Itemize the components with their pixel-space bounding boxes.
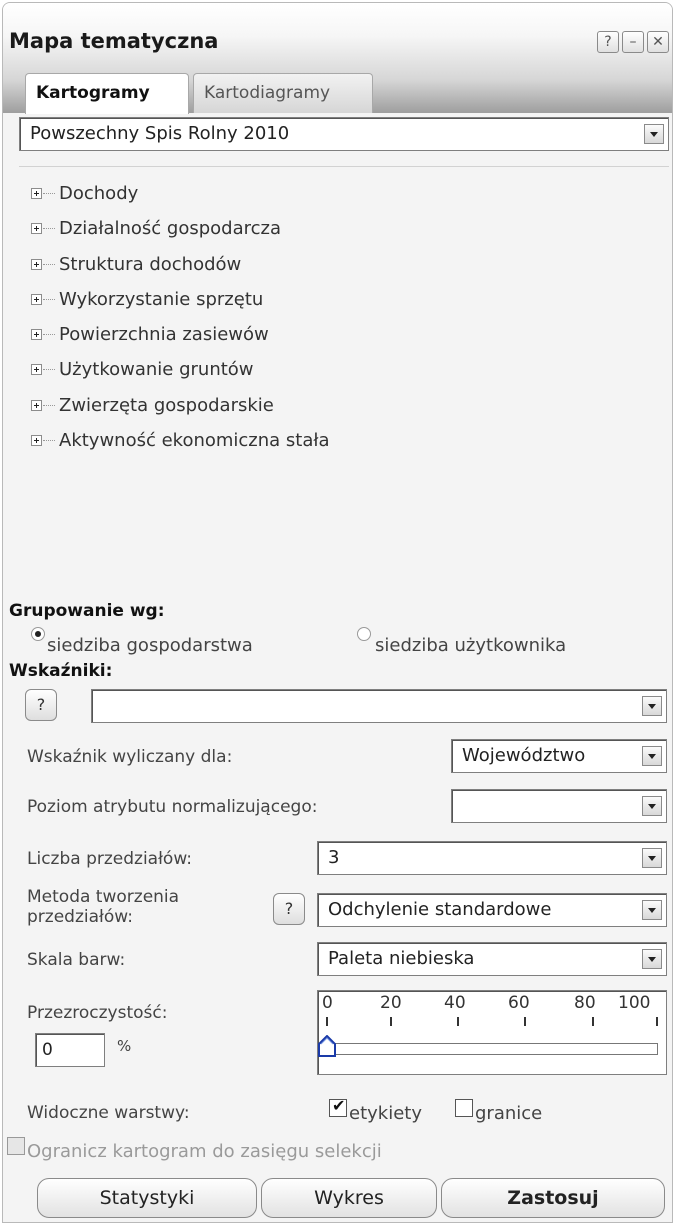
tree-item[interactable]: Wykorzystanie sprzętu: [23, 282, 330, 317]
intervals-count-select[interactable]: 3: [317, 841, 667, 875]
chevron-down-icon[interactable]: [642, 696, 662, 716]
tick-mark: [390, 1017, 392, 1026]
apply-button[interactable]: Zastosuj: [441, 1178, 665, 1218]
tree-item[interactable]: Aktywność ekonomiczna stała: [23, 423, 330, 458]
indicators-help-button[interactable]: ?: [25, 689, 57, 721]
checkmark-icon: ✔: [332, 1096, 346, 1115]
indicator-for-label: Wskaźnik wyliczany dla:: [27, 747, 233, 767]
indicators-select[interactable]: [91, 689, 667, 723]
normalizing-level-select[interactable]: [451, 789, 667, 823]
transparency-input[interactable]: 0: [35, 1033, 105, 1067]
tick-label: 100: [618, 993, 651, 1013]
tick-label: 40: [444, 993, 466, 1013]
expand-plus-icon[interactable]: [31, 223, 42, 235]
tick-mark: [326, 1017, 328, 1026]
expand-plus-icon[interactable]: [31, 188, 42, 199]
color-scale-select[interactable]: Paleta niebieska: [317, 942, 667, 976]
tree-item[interactable]: Dochody: [23, 176, 330, 211]
chevron-down-icon[interactable]: [644, 124, 664, 144]
tree-item[interactable]: Działalność gospodarcza: [23, 211, 330, 246]
radio-label-uzytkownika: siedziba użytkownika: [375, 635, 567, 656]
dataset-select-value: Powszechny Spis Rolny 2010: [30, 123, 290, 144]
transparency-slider[interactable]: 0 20 40 60 80 100: [317, 990, 667, 1075]
interval-method-label: Metoda tworzenia przedziałów:: [27, 887, 180, 927]
radio-siedziba-gospodarstwa[interactable]: [31, 627, 45, 641]
chevron-down-icon[interactable]: [642, 848, 662, 868]
slider-thumb-icon[interactable]: [318, 1035, 336, 1057]
category-tree: Dochody Działalność gospodarcza Struktur…: [23, 176, 330, 458]
divider: [19, 166, 669, 167]
checkbox-borders-label: granice: [475, 1103, 543, 1124]
statistics-button[interactable]: Statystyki: [37, 1178, 257, 1218]
checkbox-labels[interactable]: ✔: [329, 1096, 347, 1117]
expand-plus-icon[interactable]: [31, 364, 42, 376]
tree-item[interactable]: Struktura dochodów: [23, 247, 330, 282]
tick-label: 60: [508, 993, 530, 1013]
tab-kartogramy[interactable]: Kartogramy: [25, 73, 189, 114]
checkbox-limit-to-selection[interactable]: [7, 1137, 25, 1155]
tree-item[interactable]: Użytkowanie gruntów: [23, 352, 330, 387]
tab-kartodiagramy[interactable]: Kartodiagramy: [193, 73, 373, 113]
checkbox-labels-label: etykiety: [349, 1103, 422, 1124]
radio-siedziba-uzytkownika[interactable]: [357, 627, 371, 641]
thematic-map-panel: Mapa tematyczna ? – ✕ Kartogramy Kartodi…: [2, 2, 673, 1223]
tick-label: 20: [380, 993, 402, 1013]
panel-title: Mapa tematyczna: [9, 29, 219, 53]
tick-mark: [524, 1017, 526, 1026]
indicators-label: Wskaźniki:: [9, 661, 113, 681]
expand-plus-icon[interactable]: [31, 329, 42, 341]
tick-label: 0: [322, 993, 333, 1013]
normalizing-level-label: Poziom atrybutu normalizującego:: [27, 797, 318, 817]
close-button[interactable]: ✕: [647, 31, 669, 53]
tick-mark: [457, 1017, 459, 1026]
chevron-down-icon[interactable]: [642, 949, 662, 969]
chevron-down-icon[interactable]: [642, 746, 662, 766]
tree-item[interactable]: Powierzchnia zasiewów: [23, 317, 330, 352]
minimize-button[interactable]: –: [622, 31, 644, 53]
tick-mark: [592, 1017, 594, 1026]
checkbox-borders[interactable]: [455, 1099, 473, 1117]
radio-label-gospodarstwa: siedziba gospodarstwa: [47, 635, 253, 656]
expand-plus-icon[interactable]: [31, 399, 42, 411]
limit-to-selection-label: Ogranicz kartogram do zasięgu selekcji: [27, 1141, 382, 1162]
chart-button[interactable]: Wykres: [261, 1178, 437, 1218]
chevron-down-icon[interactable]: [642, 796, 662, 816]
grouping-label: Grupowanie wg:: [9, 601, 165, 621]
expand-plus-icon[interactable]: [31, 435, 42, 447]
title-bar: Mapa tematyczna ? – ✕ Kartogramy Kartodi…: [3, 3, 672, 114]
expand-plus-icon[interactable]: [31, 293, 42, 305]
indicator-for-select[interactable]: Województwo: [451, 739, 667, 773]
tick-label: 80: [574, 993, 596, 1013]
slider-track[interactable]: [324, 1043, 658, 1055]
tick-mark: [656, 1017, 658, 1026]
interval-method-select[interactable]: Odchylenie standardowe: [317, 893, 667, 927]
color-scale-label: Skala barw:: [27, 950, 126, 970]
dataset-select[interactable]: Powszechny Spis Rolny 2010: [19, 117, 669, 151]
intervals-count-label: Liczba przedziałów:: [27, 849, 193, 869]
help-button[interactable]: ?: [597, 31, 619, 53]
expand-plus-icon[interactable]: [31, 258, 42, 270]
chevron-down-icon[interactable]: [642, 900, 662, 920]
interval-method-help-button[interactable]: ?: [273, 893, 305, 925]
visible-layers-label: Widoczne warstwy:: [27, 1103, 190, 1123]
transparency-unit: %: [117, 1037, 132, 1055]
transparency-label: Przezroczystość:: [27, 1003, 168, 1023]
tree-item[interactable]: Zwierzęta gospodarskie: [23, 388, 330, 423]
